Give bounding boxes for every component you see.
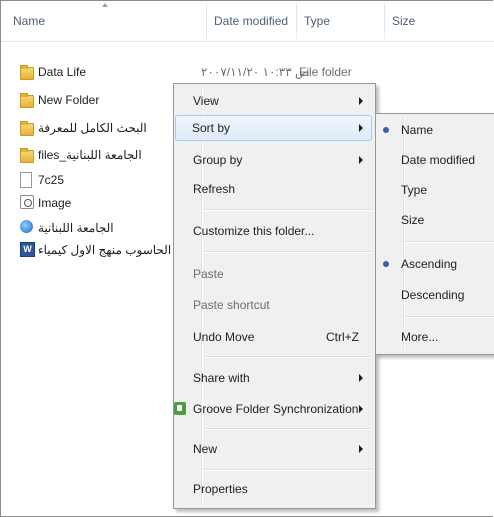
- menu-item-label: More...: [401, 330, 439, 344]
- menu-item-label: Paste: [193, 267, 224, 281]
- menu-item-label: Descending: [401, 288, 465, 302]
- file-name: الحاسوب منهج الاول كيمياء: [38, 243, 172, 257]
- sort-name[interactable]: Name: [378, 115, 494, 145]
- menu-item-label: Sort by: [192, 121, 231, 135]
- file-name: الجامعة اللبنانية: [38, 221, 114, 235]
- menu-item-customize-folder[interactable]: Customize this folder...: [176, 218, 372, 244]
- file-name: 7c25: [38, 173, 65, 187]
- column-divider[interactable]: [384, 3, 385, 39]
- column-size[interactable]: Size: [392, 1, 415, 41]
- file-date: ۲۰۰۷/۱۱/۲۰ ص ۱۰:۳۳: [201, 65, 310, 79]
- menu-item-label: Type: [401, 183, 428, 197]
- menu-item-sort-by[interactable]: Sort by: [175, 115, 372, 141]
- sort-more[interactable]: More...: [378, 322, 494, 352]
- menu-item-label: Paste shortcut: [193, 298, 270, 312]
- radio-bullet-icon: [383, 127, 389, 133]
- menu-item-label: Date modified: [401, 153, 476, 167]
- menu-item-share-with[interactable]: Share with: [176, 365, 372, 391]
- menu-separator: [204, 356, 372, 358]
- menu-item-undo-move[interactable]: Undo Move Ctrl+Z: [176, 324, 372, 350]
- menu-item-group-by[interactable]: Group by: [176, 147, 372, 173]
- file-type: File folder: [299, 65, 352, 79]
- menu-separator: [204, 251, 372, 253]
- menu-item-new[interactable]: New: [176, 436, 372, 462]
- sort-ascending[interactable]: Ascending: [378, 249, 494, 279]
- file-name: Image: [38, 196, 72, 210]
- column-header: Name Date modified Type Size: [1, 1, 494, 42]
- menu-item-paste[interactable]: Paste: [176, 261, 372, 287]
- sort-ascending-arrow-icon: [102, 3, 108, 7]
- file-name: البحث الكامل للمعرفة: [38, 121, 147, 135]
- menu-item-view[interactable]: View: [176, 88, 372, 114]
- sort-by-submenu: Name Date modified Type Size Ascending D…: [375, 113, 494, 355]
- menu-item-refresh[interactable]: Refresh: [176, 176, 372, 202]
- menu-separator: [404, 241, 494, 243]
- image-file-icon: [20, 195, 34, 209]
- sort-descending[interactable]: Descending: [378, 280, 494, 310]
- folder-icon: [20, 65, 34, 80]
- menu-item-label: Name: [401, 123, 434, 137]
- menu-separator: [204, 428, 372, 430]
- menu-item-label: Refresh: [193, 182, 236, 196]
- menu-item-label: Ascending: [401, 257, 458, 271]
- column-name[interactable]: Name: [13, 1, 45, 41]
- groove-icon: [174, 402, 186, 415]
- sort-type[interactable]: Type: [378, 175, 494, 205]
- menu-item-paste-shortcut[interactable]: Paste shortcut: [176, 292, 372, 318]
- menu-separator: [204, 209, 372, 211]
- folder-icon: [20, 93, 34, 108]
- menu-item-label: View: [193, 94, 219, 108]
- menu-item-label: Group by: [193, 153, 243, 167]
- submenu-arrow-icon: [359, 445, 363, 453]
- column-divider[interactable]: [206, 3, 207, 39]
- context-menu: View Sort by Group by Refresh Customize …: [173, 83, 376, 509]
- menu-item-properties[interactable]: Properties: [176, 476, 372, 502]
- sort-size[interactable]: Size: [378, 205, 494, 235]
- file-name: Data Life: [38, 65, 87, 79]
- menu-separator: [204, 469, 372, 471]
- menu-item-label: Groove Folder Synchronization: [193, 402, 359, 416]
- menu-item-label: Properties: [193, 482, 248, 496]
- submenu-arrow-icon: [359, 156, 363, 164]
- menu-separator: [404, 316, 494, 318]
- sort-date-modified[interactable]: Date modified: [378, 145, 494, 175]
- menu-item-label: Share with: [193, 371, 250, 385]
- column-date-modified[interactable]: Date modified: [214, 1, 288, 41]
- column-type[interactable]: Type: [304, 1, 330, 41]
- folder-icon: [20, 148, 34, 163]
- column-divider[interactable]: [296, 3, 297, 39]
- menu-item-groove-sync[interactable]: Groove Folder Synchronization: [174, 396, 372, 422]
- word-document-icon: W: [20, 242, 35, 257]
- folder-icon: [20, 121, 34, 136]
- menu-item-label: Undo Move: [193, 330, 255, 344]
- internet-explorer-icon: [20, 220, 33, 233]
- menu-item-label: New: [193, 442, 218, 456]
- submenu-arrow-icon: [359, 405, 363, 413]
- radio-bullet-icon: [383, 261, 389, 267]
- menu-item-label: Customize this folder...: [193, 224, 315, 238]
- submenu-arrow-icon: [359, 374, 363, 382]
- file-name: files_الجامعة اللبنانية: [38, 148, 142, 162]
- submenu-arrow-icon: [359, 124, 363, 132]
- submenu-arrow-icon: [359, 97, 363, 105]
- file-name: New Folder: [38, 93, 100, 107]
- shortcut-label: Ctrl+Z: [326, 330, 359, 344]
- menu-item-label: Size: [401, 213, 425, 227]
- file-icon: [20, 172, 32, 188]
